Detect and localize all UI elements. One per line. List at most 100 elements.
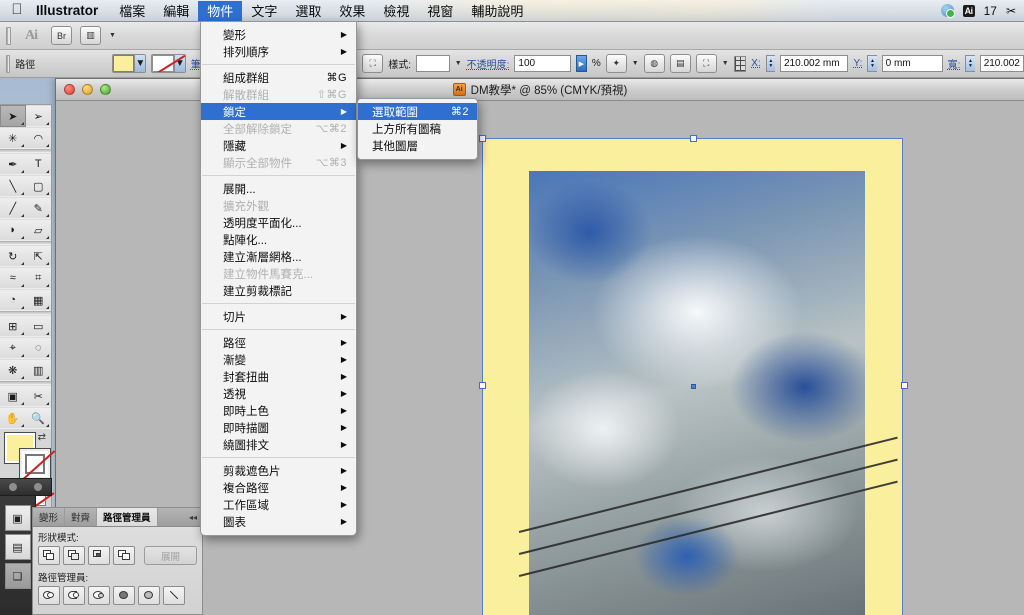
fill-swatch[interactable] (112, 55, 135, 72)
width-stepper[interactable]: ▲ ▼ (965, 55, 975, 72)
panel-dock-strip[interactable] (0, 478, 52, 496)
pathfinder-panel-button[interactable]: ❏ (4, 563, 31, 589)
artboard-tool[interactable]: ▣ (0, 385, 26, 407)
menubar-item-1[interactable]: 編輯 (154, 1, 198, 21)
intersect-button[interactable] (88, 546, 110, 565)
x-label[interactable]: X: (751, 58, 760, 69)
hand-tool[interactable]: ✋ (0, 407, 26, 429)
mesh-tool[interactable]: ⊞ (0, 315, 26, 337)
menu-item-4[interactable]: 鎖定 ▶ (201, 103, 356, 120)
graphic-style-button[interactable]: ◍ (643, 54, 665, 73)
apple-logo-icon[interactable]:  (0, 2, 34, 19)
symbol-sprayer-tool[interactable]: ❋ (0, 359, 26, 381)
menu-item-20[interactable]: 即時上色 ▶ (201, 402, 356, 419)
menubar-item-6[interactable]: 檢視 (374, 1, 418, 21)
menu-item-8[interactable]: 展開... (201, 180, 356, 197)
sync-icon[interactable] (940, 4, 955, 18)
menu-item-23[interactable]: 剪裁遮色片 ▶ (201, 462, 356, 479)
tab-transform[interactable]: 變形 (33, 508, 66, 526)
controlbar-drag-grip[interactable] (6, 54, 11, 73)
divide-button[interactable] (38, 586, 60, 605)
menu-item-12[interactable]: 建立漸層網格... (201, 248, 356, 265)
transform-caret-icon[interactable]: ▼ (722, 60, 729, 67)
menubar-item-8[interactable]: 輔助說明 (462, 1, 532, 21)
dock-expand-icon[interactable] (34, 483, 43, 491)
sky-photo-object[interactable] (518, 171, 898, 615)
x-field[interactable]: 210.002 mm (779, 55, 849, 72)
expand-button[interactable]: 展開 (144, 546, 197, 565)
menu-item-22[interactable]: 繞圖排文 ▶ (201, 436, 356, 453)
column-graph-tool[interactable]: ▥ (25, 359, 51, 381)
opacity-field[interactable]: 100 (514, 55, 571, 72)
menu-item-16[interactable]: 路徑 ▶ (201, 334, 356, 351)
lasso-tool[interactable]: ◠ (25, 127, 51, 149)
pencil-tool[interactable]: ✎ (25, 197, 51, 219)
type-tool[interactable]: T (25, 153, 51, 175)
magic-wand-tool[interactable]: ✳ (0, 127, 26, 149)
menu-item-15[interactable]: 切片 ▶ (201, 308, 356, 325)
shape-builder-tool[interactable]: ◔ (0, 289, 26, 311)
tab-pathfinder[interactable]: 路徑管理員 (97, 508, 158, 526)
gradient-tool[interactable]: ▭ (25, 315, 51, 337)
menubar-item-4[interactable]: 選取 (286, 1, 330, 21)
menu-item-17[interactable]: 漸變 ▶ (201, 351, 356, 368)
minus-front-button[interactable] (63, 546, 85, 565)
opacity-dropdown-arrow-icon[interactable]: ▶ (575, 55, 587, 72)
align-panel-button[interactable]: ▤ (4, 534, 31, 560)
rectangle-tool[interactable]: ▢ (25, 175, 51, 197)
menu-item-1[interactable]: 排列順序 ▶ (201, 43, 356, 60)
menubar-item-2[interactable]: 物件 (198, 0, 243, 21)
menu-item-26[interactable]: 圖表 ▶ (201, 513, 356, 530)
menu-item-10[interactable]: 透明度平面化... (201, 214, 356, 231)
perspective-grid-tool[interactable]: ▦ (25, 289, 51, 311)
y-label[interactable]: Y: (853, 58, 862, 69)
style-caret-icon[interactable]: ▼ (632, 60, 639, 67)
menubar-item-0[interactable]: 檔案 (110, 1, 154, 21)
y-stepper[interactable]: ▲ ▼ (867, 55, 877, 72)
spotlight-icon[interactable]: ✂ (1006, 5, 1016, 17)
transparency-icon-button[interactable]: ⛶ (362, 54, 384, 73)
appbar-drag-grip[interactable] (6, 26, 11, 45)
swap-fill-stroke-icon[interactable]: ⇄ (38, 432, 46, 443)
fill-color-picker[interactable]: ▼ (111, 54, 147, 73)
free-transform-tool[interactable]: ⌗ (25, 267, 51, 289)
y-field[interactable]: 0 mm (881, 55, 943, 72)
menu-item-11[interactable]: 點陣化... (201, 231, 356, 248)
eyedropper-tool[interactable]: ⌖ (0, 337, 26, 359)
trim-button[interactable] (63, 586, 85, 605)
arrange-documents-button[interactable]: ▥ (80, 26, 101, 45)
width-label[interactable]: 寬: (948, 56, 961, 71)
reference-point-icon[interactable] (733, 55, 747, 72)
paintbrush-tool[interactable]: ╱ (0, 197, 26, 219)
scale-tool[interactable]: ⇱ (25, 245, 51, 267)
clock-count-label[interactable]: 17 (984, 5, 997, 17)
artboard[interactable] (482, 138, 903, 615)
blob-brush-tool[interactable]: ◗ (0, 219, 26, 241)
crop-button[interactable] (113, 586, 135, 605)
pen-tool[interactable]: ✒ (0, 153, 26, 175)
rotate-tool[interactable]: ↻ (0, 245, 26, 267)
menu-item-2[interactable]: 組成群組 ⌘G (201, 69, 356, 86)
menubar-item-3[interactable]: 文字 (242, 1, 286, 21)
unite-button[interactable] (38, 546, 60, 565)
width-field[interactable]: 210.002 (979, 55, 1024, 72)
tab-align[interactable]: 對齊 (65, 508, 98, 526)
lock-submenu-item-2[interactable]: 其他圖層 (358, 137, 477, 154)
menu-item-25[interactable]: 工作區域 ▶ (201, 496, 356, 513)
slice-tool[interactable]: ✂ (25, 385, 51, 407)
blend-mode-field[interactable] (415, 55, 450, 72)
menu-item-24[interactable]: 複合路徑 ▶ (201, 479, 356, 496)
blend-mode-caret-icon[interactable]: ▼ (455, 60, 462, 67)
opacity-label[interactable]: 不透明度: (467, 56, 510, 71)
merge-button[interactable] (88, 586, 110, 605)
exclude-button[interactable] (113, 546, 135, 565)
align-button[interactable]: ▤ (669, 54, 691, 73)
width-tool[interactable]: ≈ (0, 267, 26, 289)
menu-item-14[interactable]: 建立剪裁標記 (201, 282, 356, 299)
blend-tool[interactable]: ◌ (25, 337, 51, 359)
bridge-button[interactable]: Br (51, 26, 72, 45)
menu-item-19[interactable]: 透視 ▶ (201, 385, 356, 402)
menu-item-6[interactable]: 隱藏 ▶ (201, 137, 356, 154)
menu-item-18[interactable]: 封套扭曲 ▶ (201, 368, 356, 385)
line-segment-tool[interactable]: ╲ (0, 175, 26, 197)
